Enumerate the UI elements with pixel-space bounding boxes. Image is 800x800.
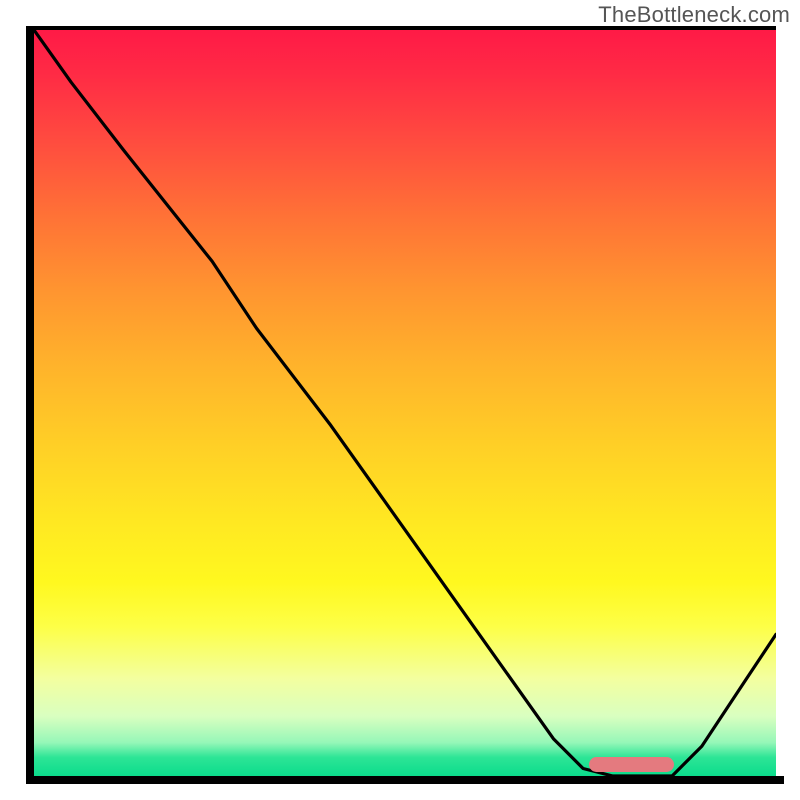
chart-container: TheBottleneck.com <box>0 0 800 800</box>
bottleneck-curve <box>34 30 776 776</box>
x-axis <box>26 776 784 784</box>
y-axis <box>26 26 34 784</box>
watermark-text: TheBottleneck.com <box>598 2 790 28</box>
valley-marker <box>589 757 674 772</box>
plot-area <box>34 30 776 776</box>
